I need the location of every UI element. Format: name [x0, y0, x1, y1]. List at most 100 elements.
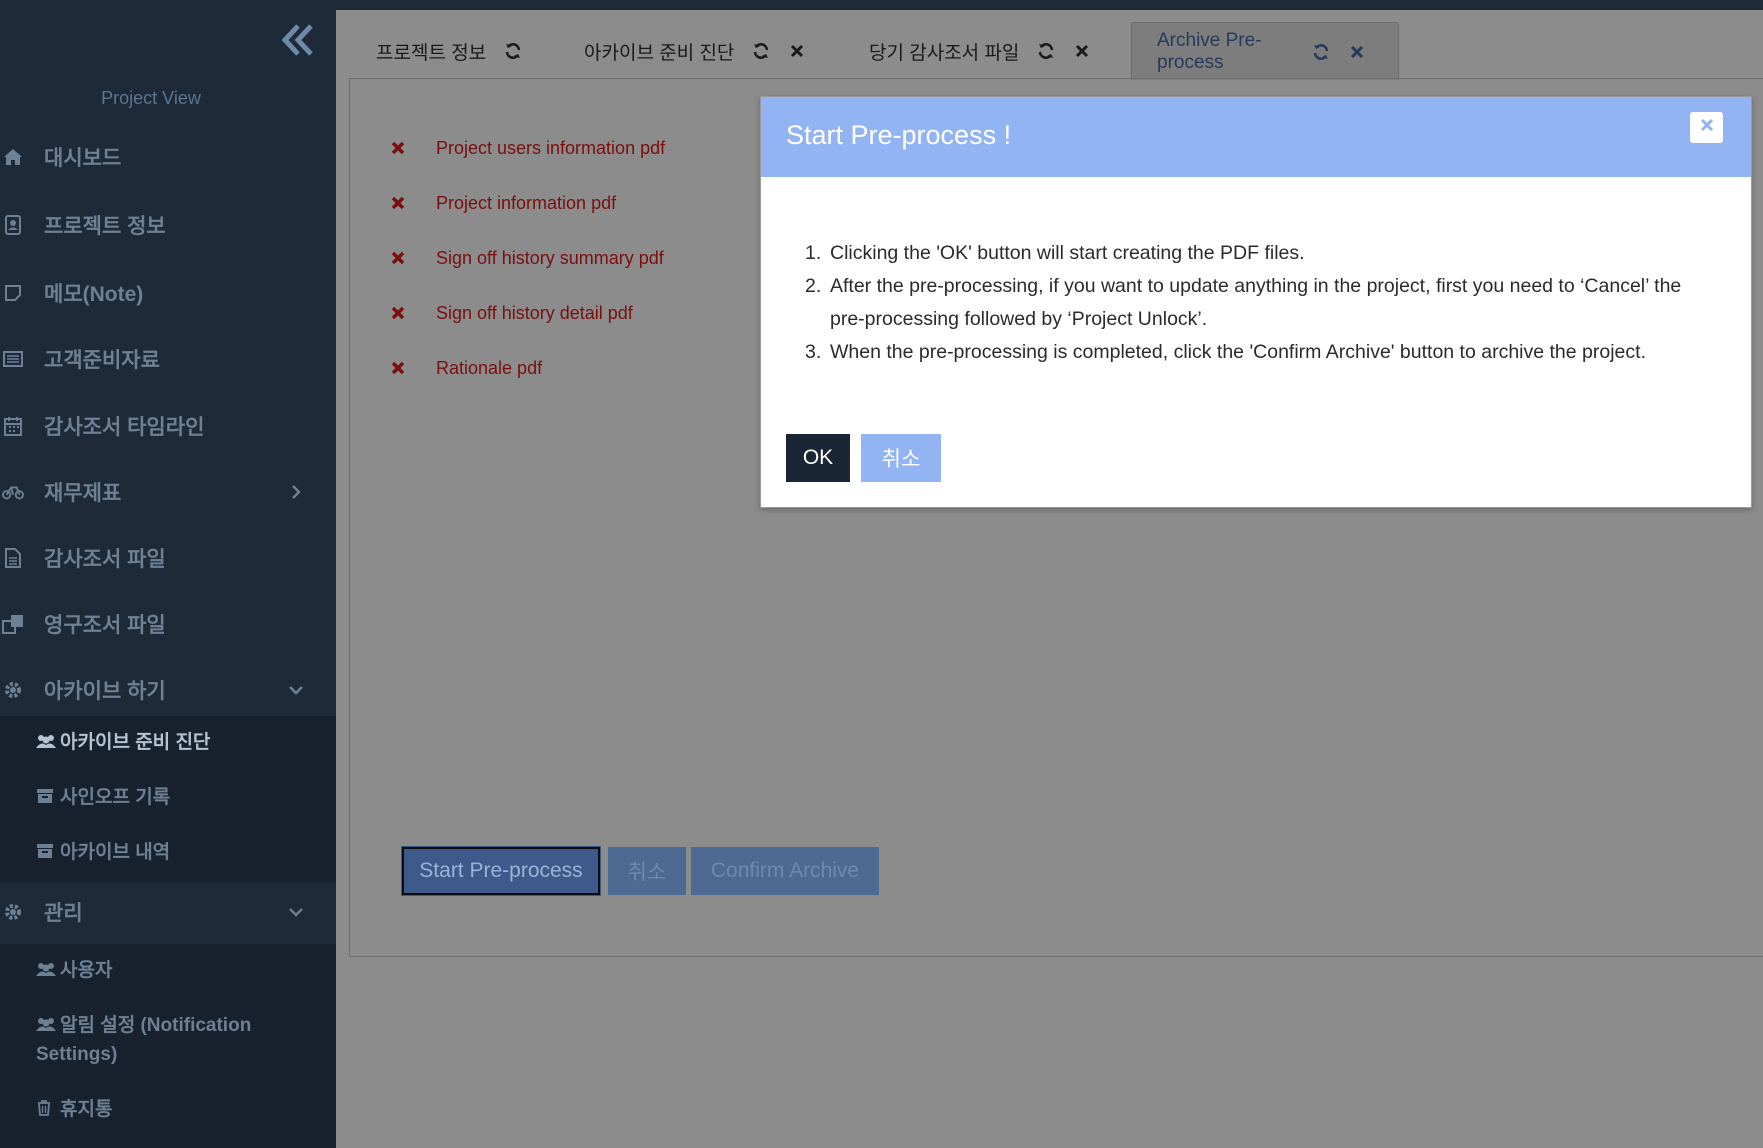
- tab-label: 당기 감사조서 파일: [869, 42, 1020, 64]
- close-icon[interactable]: [790, 42, 808, 60]
- close-dialog-button[interactable]: [1690, 112, 1723, 143]
- archive-submenu: 아카이브 준비 진단 사인오프 기록 아카이브 내역: [0, 716, 336, 882]
- file-name: Rationale pdf: [436, 357, 543, 378]
- sidebar-item-label: 관리: [44, 902, 83, 925]
- tab-archive-diagnosis[interactable]: 아카이브 준비 진단: [584, 22, 828, 80]
- gear-icon: [2, 679, 24, 701]
- users-icon: [36, 729, 56, 748]
- sidebar-item-label: 고객준비자료: [44, 349, 160, 372]
- dialog-cancel-button[interactable]: 취소: [861, 434, 941, 482]
- collapse-sidebar-icon[interactable]: [278, 18, 318, 62]
- sidebar-item-archive[interactable]: 아카이브 하기: [0, 660, 336, 720]
- start-preprocess-dialog: Start Pre-process ! 1. Clicking the 'OK' …: [760, 96, 1752, 508]
- file-status-item: Project users information pdf: [390, 133, 665, 163]
- sidebar-subitem-archive-diagnosis[interactable]: 아카이브 준비 진단: [36, 728, 326, 757]
- sidebar-item-label: 영구조서 파일: [44, 614, 166, 637]
- sidebar-item-audit-files[interactable]: 감사조서 파일: [0, 528, 336, 588]
- sidebar-item-timeline[interactable]: 감사조서 타임라인: [0, 396, 336, 456]
- sidebar-item-label: 프로젝트 정보: [44, 215, 166, 238]
- sidebar-subitem-archive-history[interactable]: 아카이브 내역: [36, 838, 326, 867]
- sidebar-subitem-users[interactable]: 사용자: [36, 956, 326, 985]
- refresh-icon[interactable]: [1037, 42, 1055, 60]
- tab-project-info[interactable]: 프로젝트 정보: [376, 22, 542, 80]
- sidebar-item-label: 감사조서 타임라인: [44, 416, 205, 439]
- sidebar-subitem-label: 아카이브 준비 진단: [60, 732, 211, 753]
- refresh-icon[interactable]: [1312, 43, 1330, 61]
- chevron-right-icon: [287, 483, 305, 501]
- sidebar: Project View 대시보드 프로젝트 정보 메모(Note) 고객준비자…: [0, 0, 336, 1148]
- error-x-icon: [390, 360, 406, 376]
- sidebar-subitem-label-line2: Settings): [36, 1044, 118, 1065]
- refresh-icon[interactable]: [504, 42, 522, 60]
- chevron-down-icon: [287, 903, 305, 921]
- sidebar-item-label: 메모(Note): [44, 283, 144, 306]
- file-status-item: Rationale pdf: [390, 353, 542, 383]
- cancel-preprocess-button[interactable]: 취소: [608, 847, 686, 895]
- sidebar-subitem-label: 알림 설정 (Notification: [60, 1015, 252, 1036]
- file-status-item: Project information pdf: [390, 188, 616, 218]
- calendar-icon: [2, 415, 24, 437]
- instruction-text: After the pre-processing, if you want to…: [830, 275, 1682, 330]
- error-x-icon: [390, 250, 406, 266]
- file-name: Project information pdf: [436, 192, 617, 213]
- tab-label: 프로젝트 정보: [376, 42, 487, 64]
- error-x-icon: [390, 195, 406, 211]
- tab-current-audit-files[interactable]: 당기 감사조서 파일: [869, 22, 1113, 80]
- archive-box-icon: [36, 839, 56, 858]
- tab-label: Archive Pre-process: [1157, 29, 1262, 73]
- close-icon[interactable]: [1350, 43, 1364, 61]
- sidebar-subitem-label: 아카이브 내역: [60, 842, 171, 863]
- instruction-text: When the pre-processing is completed, cl…: [830, 341, 1646, 363]
- list-box-icon: [2, 348, 24, 370]
- dialog-header: Start Pre-process !: [761, 97, 1751, 177]
- tab-label: 아카이브 준비 진단: [584, 42, 735, 64]
- file-name: Sign off history detail pdf: [436, 302, 633, 323]
- sidebar-subitem-label: 사용자: [60, 960, 113, 981]
- start-preprocess-button[interactable]: Start Pre-process: [402, 847, 600, 895]
- instruction-step: 2. After the pre-processing, if you want …: [805, 275, 1682, 330]
- instruction-step: 1. Clicking the 'OK' button will start cr…: [805, 242, 1305, 264]
- sidebar-subitem-notification-settings[interactable]: 알림 설정 (Notification Settings): [36, 1011, 326, 1069]
- users-icon: [36, 1012, 56, 1031]
- trash-icon: [36, 1096, 56, 1116]
- tab-archive-preprocess[interactable]: Archive Pre-process: [1131, 22, 1399, 80]
- document-icon: [2, 547, 24, 569]
- dialog-title: Start Pre-process !: [786, 120, 1012, 150]
- contact-card-icon: [2, 214, 24, 236]
- refresh-icon[interactable]: [752, 42, 770, 60]
- chevron-down-icon: [287, 681, 305, 699]
- sidebar-item-client-materials[interactable]: 고객준비자료: [0, 329, 336, 389]
- sidebar-item-memo[interactable]: 메모(Note): [0, 263, 336, 323]
- sidebar-subitem-signoff-history[interactable]: 사인오프 기록: [36, 783, 326, 812]
- archive-box-icon: [36, 784, 56, 803]
- top-bar: [336, 0, 1763, 10]
- sidebar-subitem-label: 휴지통: [60, 1099, 113, 1120]
- sidebar-item-label: 대시보드: [44, 147, 122, 170]
- sticky-note-icon: [2, 282, 24, 304]
- users-icon: [36, 957, 56, 976]
- sidebar-item-label: 재무제표: [44, 482, 122, 505]
- sidebar-subitem-label: 사인오프 기록: [60, 787, 171, 808]
- sidebar-item-project-info[interactable]: 프로젝트 정보: [0, 195, 336, 255]
- sidebar-item-permanent-files[interactable]: 영구조서 파일: [0, 594, 336, 654]
- sidebar-title: Project View: [101, 88, 201, 108]
- sidebar-item-label: 감사조서 파일: [44, 548, 166, 571]
- error-x-icon: [390, 305, 406, 321]
- file-name: Sign off history summary pdf: [436, 247, 664, 268]
- sidebar-item-financial-statements[interactable]: 재무제표: [0, 462, 336, 522]
- sidebar-item-admin[interactable]: 관리: [0, 882, 336, 942]
- file-status-item: Sign off history detail pdf: [390, 298, 633, 328]
- sidebar-item-dashboard[interactable]: 대시보드: [0, 127, 336, 187]
- file-name: Project users information pdf: [436, 137, 666, 158]
- sidebar-subitem-trash[interactable]: 휴지통: [36, 1095, 326, 1124]
- close-icon[interactable]: [1075, 42, 1093, 60]
- gear-icon: [2, 901, 24, 923]
- bicycle-icon: [2, 481, 24, 503]
- ok-button[interactable]: OK: [786, 434, 850, 482]
- dialog-instructions: 1. Clicking the 'OK' button will start cr…: [805, 237, 1715, 369]
- instruction-text: Clicking the 'OK' button will start crea…: [830, 242, 1305, 264]
- error-x-icon: [390, 140, 406, 156]
- instruction-step: 3. When the pre-processing is completed, …: [805, 341, 1646, 363]
- confirm-archive-button[interactable]: Confirm Archive: [691, 847, 879, 895]
- admin-submenu: 사용자 알림 설정 (Notification Settings) 휴지통: [0, 944, 336, 1148]
